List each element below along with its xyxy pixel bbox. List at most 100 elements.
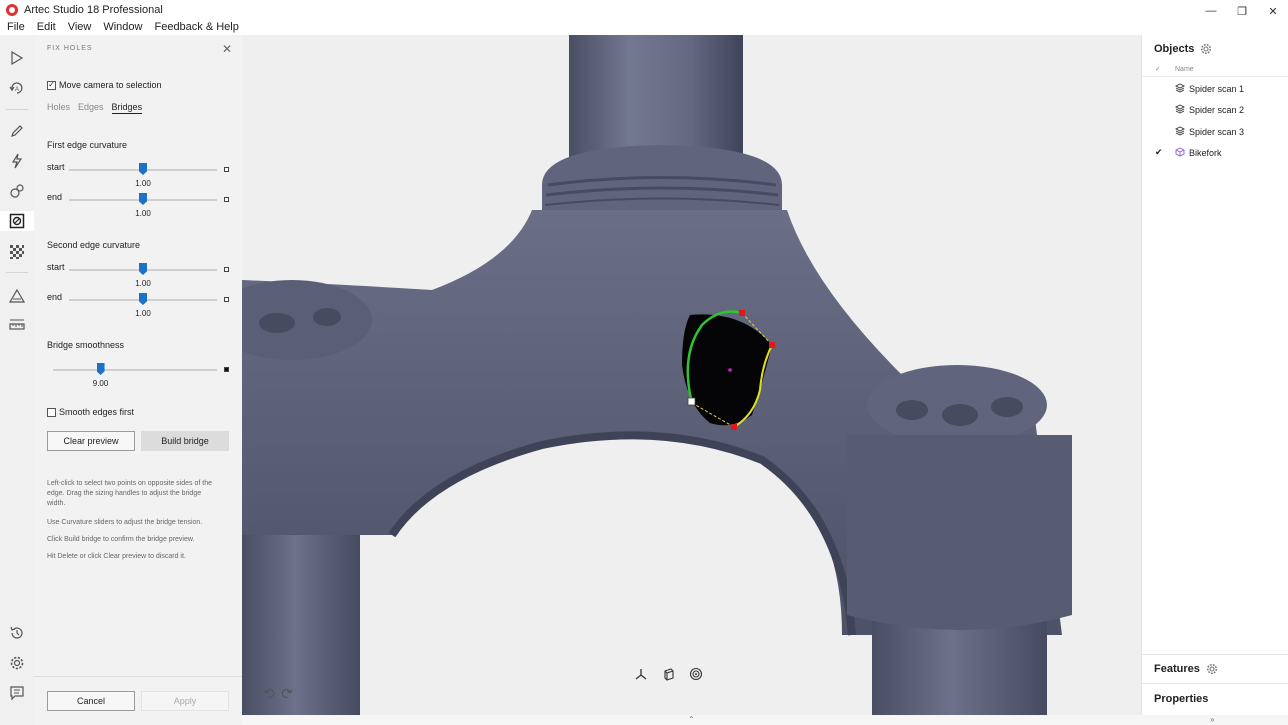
help-text-1: Left-click to select two points on oppos…: [47, 480, 212, 507]
slider-track[interactable]: [53, 369, 217, 371]
slider-end-handle[interactable]: [224, 167, 229, 172]
slider-thumb[interactable]: [139, 263, 147, 275]
bridge-smoothness-label: Bridge smoothness: [47, 340, 125, 350]
layers-icon: [1175, 126, 1185, 136]
settings-icon[interactable]: [7, 653, 27, 673]
bottom-strip: ⌃ »: [242, 715, 1288, 725]
features-gear-icon[interactable]: [1206, 663, 1218, 675]
slider-thumb[interactable]: [139, 293, 147, 305]
smooth-edges-checkbox[interactable]: [47, 407, 56, 417]
list-item-spider-scan-3[interactable]: Spider scan 3: [1142, 123, 1288, 141]
texture-icon[interactable]: [7, 242, 27, 262]
layers-icon: [1175, 104, 1185, 114]
apply-button[interactable]: Apply: [141, 691, 229, 711]
minimize-button[interactable]: —: [1196, 0, 1226, 22]
smooth-edges-label: Smooth edges first: [59, 407, 135, 417]
slider-thumb[interactable]: [139, 193, 147, 205]
redo-button[interactable]: [278, 685, 294, 701]
layers-icon: [1175, 83, 1185, 93]
slider-value: 1.00: [135, 309, 151, 318]
name-column-header[interactable]: Name: [1175, 66, 1194, 73]
move-camera-checkbox-row[interactable]: ✓ Move camera to selection: [47, 80, 162, 90]
fix-holes-icon[interactable]: [0, 211, 34, 231]
slider-label: start: [47, 162, 65, 172]
slider-thumb[interactable]: [96, 363, 105, 375]
smooth-edges-checkbox-row[interactable]: Smooth edges first: [47, 407, 134, 417]
properties-title: Properties: [1154, 693, 1209, 705]
features-title: Features: [1154, 663, 1200, 675]
menu-edit[interactable]: Edit: [31, 20, 62, 35]
slider-end-handle[interactable]: [224, 267, 229, 272]
visible-check-icon[interactable]: ✔: [1155, 147, 1163, 158]
check-column-header: ✓: [1155, 66, 1161, 73]
autopilot-icon[interactable]: A: [7, 78, 27, 98]
slider-end-handle[interactable]: [224, 197, 229, 202]
close-window-button[interactable]: ✕: [1258, 0, 1288, 22]
move-camera-label: Move camera to selection: [59, 80, 162, 90]
clear-preview-button[interactable]: Clear preview: [47, 431, 135, 451]
history-icon[interactable]: [7, 623, 27, 643]
app-logo-icon: [6, 4, 18, 16]
slider-end-handle[interactable]: [224, 297, 229, 302]
slider-thumb[interactable]: [139, 163, 147, 175]
build-bridge-button[interactable]: Build bridge: [141, 431, 229, 451]
chat-icon[interactable]: [7, 683, 27, 703]
left-toolbar: A »: [0, 35, 34, 725]
properties-header[interactable]: Properties: [1154, 693, 1208, 705]
menu-window[interactable]: Window: [97, 20, 148, 35]
features-header[interactable]: Features: [1154, 663, 1218, 675]
menu-view[interactable]: View: [62, 20, 98, 35]
tab-bridges[interactable]: Bridges: [111, 102, 143, 114]
first-edge-end-slider: end 1.00: [47, 192, 232, 222]
objects-title: Objects: [1154, 43, 1195, 55]
slider-end-handle[interactable]: [224, 367, 229, 372]
3d-viewport[interactable]: [242, 35, 1141, 715]
axes-icon[interactable]: [633, 666, 649, 682]
play-icon[interactable]: [7, 48, 27, 68]
title-bar: Artec Studio 18 Professional — ❐ ✕: [0, 0, 1288, 20]
tab-edges[interactable]: Edges: [78, 102, 104, 114]
slider-label: end: [47, 192, 63, 202]
objects-gear-icon[interactable]: [1200, 43, 1212, 55]
list-item-spider-scan-2[interactable]: Spider scan 2: [1142, 101, 1288, 119]
registration-icon[interactable]: [7, 181, 27, 201]
toolbar-divider: [6, 272, 28, 273]
edit-pencil-icon[interactable]: [7, 121, 27, 141]
list-item-spider-scan-1[interactable]: Spider scan 1: [1142, 80, 1288, 98]
list-item-bikefork[interactable]: ✔ Bikefork: [1142, 144, 1288, 162]
fix-holes-panel: FIX HOLES ✕ ✓ Move camera to selection H…: [34, 35, 242, 725]
features-divider: [1142, 654, 1288, 655]
window-controls: — ❐ ✕: [1195, 0, 1288, 22]
object-name: Bikefork: [1189, 148, 1222, 158]
menu-file[interactable]: File: [0, 20, 31, 35]
lightning-icon[interactable]: [7, 151, 27, 171]
toolbar-divider: [6, 109, 28, 110]
objects-column-header: ✓ Name: [1142, 63, 1288, 77]
restore-button[interactable]: ❐: [1227, 0, 1257, 22]
slider-value: 9.00: [92, 379, 109, 388]
help-text-2: Use Curvature sliders to adjust the brid…: [47, 519, 203, 526]
fix-holes-tabs: Holes Edges Bridges: [47, 102, 150, 114]
view-cube-icon[interactable]: [661, 666, 677, 682]
tab-holes[interactable]: Holes: [47, 102, 70, 114]
triangle-icon[interactable]: [7, 286, 27, 306]
svg-text:A: A: [15, 87, 19, 93]
move-camera-checkbox[interactable]: ✓: [47, 80, 56, 90]
undo-button[interactable]: [262, 685, 278, 701]
object-name: Spider scan 2: [1189, 105, 1245, 115]
panel-title: FIX HOLES: [47, 45, 93, 52]
close-panel-button[interactable]: ✕: [221, 43, 233, 55]
objects-header: Objects: [1154, 43, 1212, 55]
menu-bar: File Edit View Window Feedback & Help: [0, 20, 1288, 35]
spiral-icon[interactable]: [688, 666, 704, 682]
object-name: Spider scan 1: [1189, 84, 1245, 94]
app-title: Artec Studio 18 Professional: [24, 4, 163, 16]
collapse-bottom-button[interactable]: ⌃: [688, 715, 695, 724]
cancel-button[interactable]: Cancel: [47, 691, 135, 711]
measure-icon[interactable]: [7, 316, 27, 336]
left-fork-leg: [242, 535, 360, 715]
bikefork-model[interactable]: [242, 35, 1141, 715]
menu-feedback-help[interactable]: Feedback & Help: [148, 20, 244, 35]
bridge-smoothness-slider: 9.00: [47, 362, 232, 392]
expand-right-button[interactable]: »: [1210, 715, 1214, 724]
